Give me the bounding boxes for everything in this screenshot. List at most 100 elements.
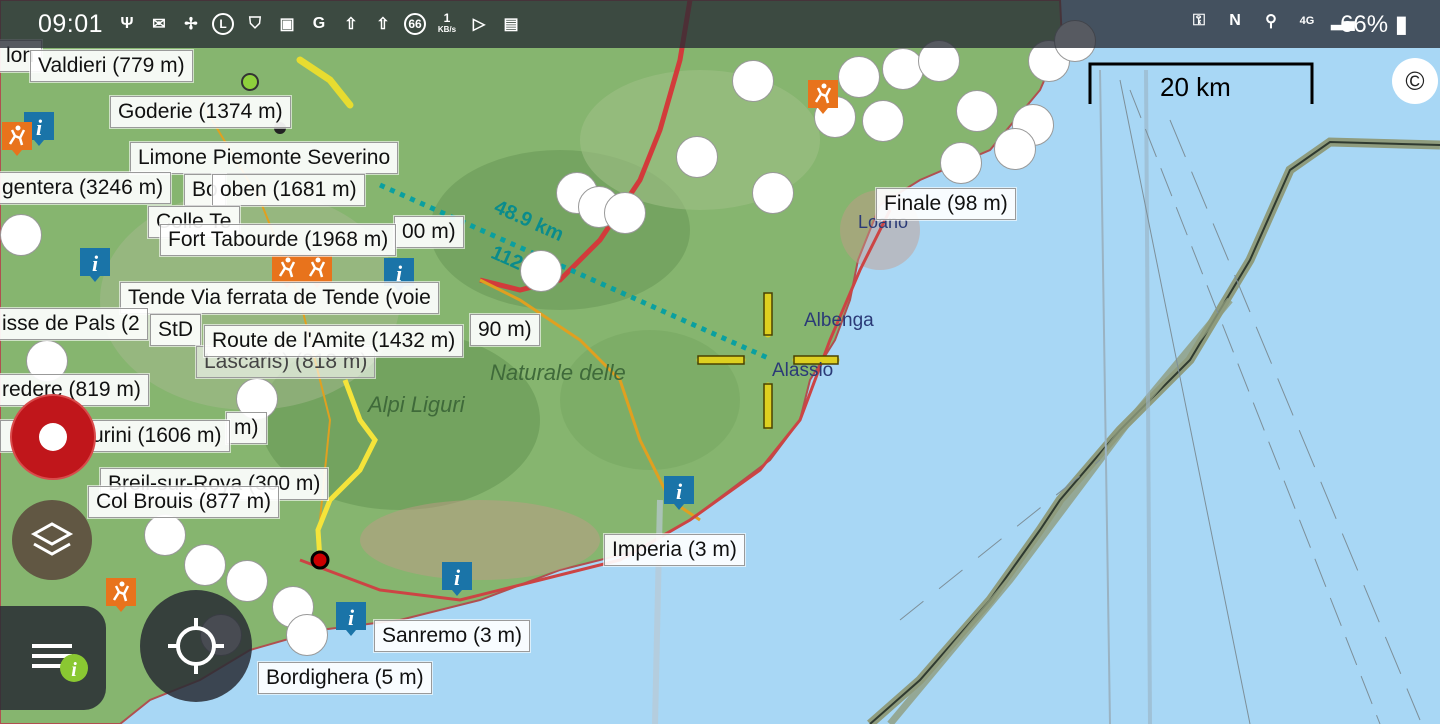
label-urini-tail[interactable]: m)	[226, 412, 267, 444]
data-rate-icon: 1 KB/s	[436, 11, 458, 35]
climbing-pin-icon[interactable]	[0, 120, 34, 158]
label-text: Tende Via ferrata de Tende (voie	[128, 286, 431, 309]
svg-text:i: i	[676, 479, 683, 504]
place-albenga: Albenga	[804, 310, 874, 331]
copyright-icon: ©	[1405, 65, 1425, 96]
play-store-icon: ▷	[472, 16, 486, 33]
battery-icon: ▮	[1394, 11, 1408, 38]
battery-level: 66% ▮	[1340, 10, 1408, 39]
place-naturale: Naturale delle	[490, 360, 626, 385]
label-argentera[interactable]: gentera (3246 m)	[0, 172, 172, 204]
layers-button[interactable]	[12, 500, 92, 580]
poi-marker[interactable]	[732, 60, 774, 102]
climbing-pin-icon[interactable]	[104, 576, 138, 614]
layers-icon	[30, 522, 74, 556]
crosshair-locate-icon	[168, 618, 224, 674]
data-rate-unit: KB/s	[437, 25, 457, 34]
label-sanremo[interactable]: Sanremo (3 m)	[374, 620, 531, 652]
label-text: StD	[158, 318, 194, 341]
label-valdieri[interactable]: Valdieri (779 m)	[30, 50, 193, 82]
menu-icon: i	[32, 644, 88, 682]
label-bordighera[interactable]: Bordighera (5 m)	[258, 662, 432, 694]
poi-marker[interactable]	[144, 514, 186, 556]
label-pals[interactable]: isse de Pals (2	[0, 308, 148, 340]
place-alassio: Alassio	[772, 360, 834, 381]
upload-icon-2: ⇧	[376, 16, 390, 33]
svg-text:i: i	[348, 605, 355, 630]
l-circle-icon: L	[212, 13, 234, 35]
label-text: oben (1681 m)	[220, 178, 357, 201]
label-col-brouis[interactable]: Col Brouis (877 m)	[88, 486, 280, 518]
poi-marker[interactable]	[184, 544, 226, 586]
label-goderie[interactable]: Goderie (1374 m)	[110, 96, 291, 128]
poi-marker[interactable]	[940, 142, 982, 184]
poi-marker[interactable]	[862, 100, 904, 142]
label-text: Goderie (1374 m)	[118, 100, 283, 123]
poi-marker[interactable]	[752, 172, 794, 214]
label-limone[interactable]: Limone Piemonte Severino	[130, 142, 399, 174]
label-tende[interactable]: Tende Via ferrata de Tende (voie	[120, 282, 439, 314]
copyright-button[interactable]: ©	[1392, 58, 1438, 104]
poi-marker[interactable]	[994, 128, 1036, 170]
label-text: Bordighera (5 m)	[266, 666, 424, 689]
info-pin-icon[interactable]: i	[662, 474, 696, 512]
poi-marker[interactable]	[0, 214, 42, 256]
label-text: Sanremo (3 m)	[382, 624, 523, 647]
status-bar-right: ⚿ N ⚲ 4G ▂▄ 66% ▮	[1092, 0, 1440, 48]
battery-text: 66%	[1340, 11, 1389, 38]
label-text: Valdieri (779 m)	[38, 54, 185, 77]
data-rate-value: 1	[443, 11, 451, 25]
key-icon: ⚿	[1192, 12, 1206, 29]
label-fort-tabourde[interactable]: Fort Tabourde (1968 m)	[160, 224, 397, 256]
poi-marker[interactable]	[286, 614, 328, 656]
label-oben[interactable]: oben (1681 m)	[212, 174, 365, 206]
status-time: 09:01	[38, 10, 104, 38]
image-icon: ▣	[279, 16, 295, 33]
status-bar: 09:01 Ψ ✉ ✢ L ⛉ ▣ G ⇧ ⇧ 66 1 KB/s ▷ ▤	[0, 0, 1092, 48]
usb-icon: Ψ	[120, 15, 134, 32]
svg-text:i: i	[71, 659, 77, 681]
poi-marker[interactable]	[520, 250, 562, 292]
climbing-pin-icon[interactable]	[806, 78, 840, 116]
record-dot-icon	[39, 423, 67, 451]
svg-text:i: i	[36, 115, 43, 140]
info-pin-icon[interactable]: i	[334, 600, 368, 638]
clipboard-icon: ▤	[503, 16, 519, 33]
label-amite[interactable]: Route de l'Amite (1432 m)	[204, 325, 464, 357]
poi-marker[interactable]	[604, 192, 646, 234]
locate-button[interactable]	[140, 590, 252, 702]
svg-text:i: i	[454, 565, 461, 590]
record-button[interactable]	[10, 394, 96, 480]
poi-marker[interactable]	[838, 56, 880, 98]
svg-text:i: i	[92, 251, 99, 276]
4g-icon: 4G	[1299, 15, 1315, 27]
label-finale[interactable]: Finale (98 m)	[876, 188, 1016, 220]
label-text: m)	[234, 416, 259, 439]
poi-marker[interactable]	[956, 90, 998, 132]
info-pin-icon[interactable]: i	[78, 246, 112, 284]
label-std[interactable]: StD	[150, 314, 202, 346]
menu-button[interactable]: i	[0, 606, 106, 710]
poi-marker[interactable]	[882, 48, 924, 90]
speed-66-icon: 66	[404, 13, 426, 35]
label-imperia[interactable]: Imperia (3 m)	[604, 534, 745, 566]
g-icon: G	[312, 15, 326, 32]
label-amite-tail[interactable]: 90 m)	[470, 314, 540, 346]
poi-marker[interactable]	[676, 136, 718, 178]
label-text: gentera (3246 m)	[2, 176, 164, 199]
info-pin-icon[interactable]: i	[440, 560, 474, 598]
label-text: Imperia (3 m)	[612, 538, 737, 561]
label-text: Limone Piemonte Severino	[138, 146, 391, 169]
label-text: isse de Pals (2	[2, 312, 140, 335]
label-fort-tail[interactable]: 00 m)	[394, 216, 464, 248]
label-text: Fort Tabourde (1968 m)	[168, 228, 389, 251]
status-icons-left: Ψ ✉ ✢ L ⛉ ▣ G ⇧ ⇧ 66 1 KB/s ▷ ▤	[116, 10, 522, 38]
nfc-icon: N	[1229, 12, 1241, 29]
label-text: 00 m)	[402, 220, 456, 243]
mail-icon: ✉	[152, 16, 166, 33]
upload-icon: ⇧	[344, 16, 358, 33]
label-text: Finale (98 m)	[884, 192, 1008, 215]
place-alpi-liguri: Alpi Liguri	[368, 392, 465, 417]
status-icons-right: ⚿ N ⚲ 4G ▂▄	[1188, 10, 1355, 32]
label-text: 90 m)	[478, 318, 532, 341]
